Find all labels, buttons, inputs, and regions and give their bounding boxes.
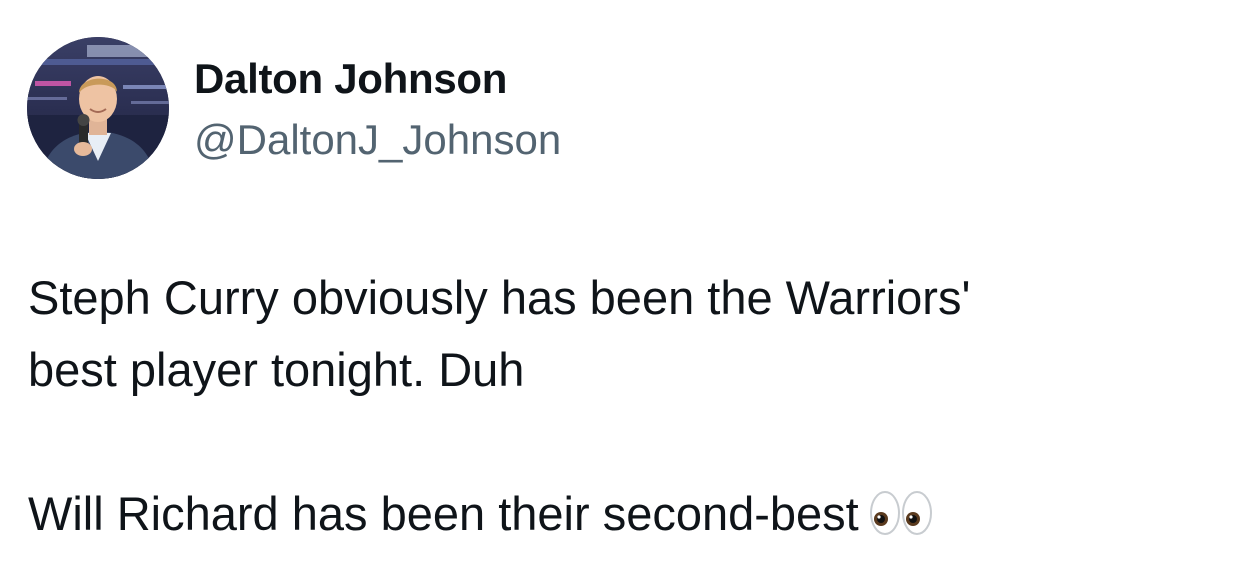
tweet-text-line-with-emoji: Will Richard has been their second-best xyxy=(28,478,1208,550)
eyes-emoji-icon xyxy=(869,490,935,536)
tweet-text-line: Steph Curry obviously has been the Warri… xyxy=(28,271,971,324)
avatar-photo-icon xyxy=(27,37,169,179)
tweet-card: Dalton Johnson @DaltonJ_Johnson Steph Cu… xyxy=(0,0,1242,582)
author-handle[interactable]: @DaltonJ_Johnson xyxy=(194,116,561,164)
tweet-text-line: best player tonight. Duh xyxy=(28,343,525,396)
author-display-name[interactable]: Dalton Johnson xyxy=(194,55,507,103)
author-avatar[interactable] xyxy=(27,37,169,179)
tweet-text: Steph Curry obviously has been the Warri… xyxy=(28,262,1208,550)
tweet-text-line: Will Richard has been their second-best xyxy=(28,487,859,540)
